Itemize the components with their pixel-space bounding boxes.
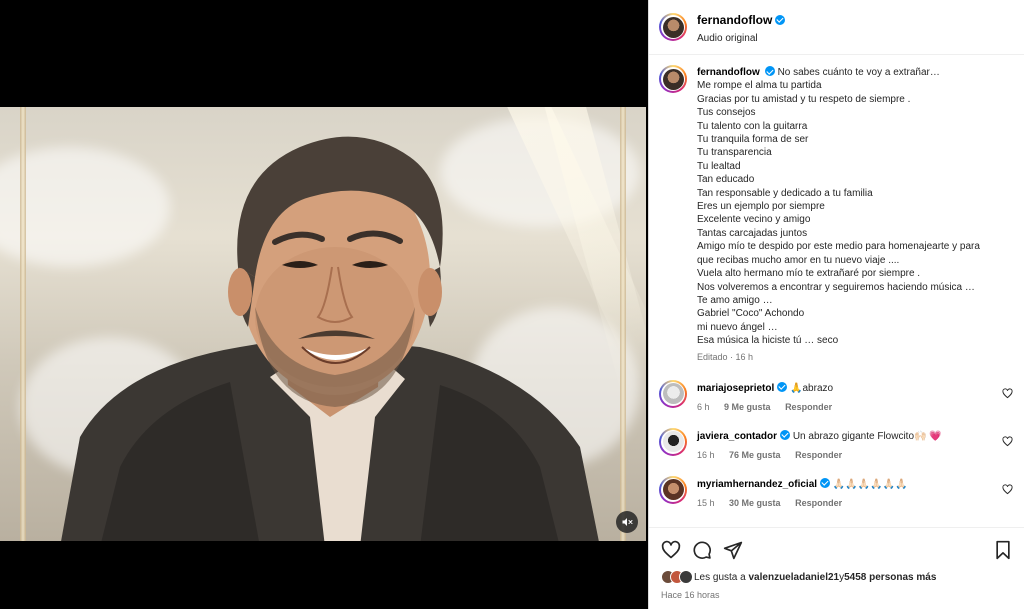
- frame-border-right: [620, 107, 626, 541]
- comment-likes[interactable]: 76 Me gusta: [729, 450, 781, 460]
- comment-like-icon[interactable]: [1002, 436, 1013, 447]
- comment-username[interactable]: mariajoseprietol: [697, 383, 774, 394]
- verified-icon: [820, 477, 831, 488]
- likes-count[interactable]: 5458 personas más: [844, 572, 936, 583]
- comment-like-icon[interactable]: [1002, 388, 1013, 399]
- post-side-panel: fernandoflow Audio original fernandoflow…: [648, 0, 1024, 609]
- save-icon[interactable]: [993, 540, 1013, 560]
- caption-line: que recibas mucho amor en tu nuevo viaje…: [697, 254, 900, 266]
- comment-like-icon[interactable]: [1002, 484, 1013, 495]
- frame-border-left: [20, 107, 26, 541]
- liker-avatars[interactable]: [661, 570, 693, 584]
- caption-line: No sabes cuánto te voy a extrañar…: [777, 67, 940, 78]
- caption-line: Gracias por tu amistad y tu respeto de s…: [697, 93, 911, 105]
- comment-text: Un abrazo gigante Flowcito🙌🏻 💗: [792, 430, 942, 442]
- reply-button[interactable]: Responder: [795, 498, 842, 508]
- caption-line: Tan educado: [697, 174, 755, 186]
- caption-line: Tan responsable y dedicado a tu familia: [697, 187, 873, 199]
- caption-line: Excelente vecino y amigo: [697, 214, 811, 226]
- comment-time[interactable]: 16 h: [697, 450, 715, 460]
- caption-line: Eres un ejemplo por siempre: [697, 201, 825, 213]
- liker-avatar: [679, 570, 693, 584]
- caption-edited-meta: Editado · 16 h: [697, 351, 754, 362]
- post-photo[interactable]: [0, 107, 646, 541]
- caption-author-avatar[interactable]: [659, 65, 687, 93]
- verified-icon: [775, 14, 786, 25]
- caption-author-username[interactable]: fernandoflow: [697, 67, 760, 78]
- likes-summary: Les gusta a valenzueladaniel21 y 5458 pe…: [661, 570, 1013, 584]
- author-username[interactable]: fernandoflow: [697, 13, 772, 27]
- reply-button[interactable]: Responder: [795, 450, 842, 460]
- caption-line: Tantas carcajadas juntos: [697, 227, 808, 239]
- caption-line: Vuela alto hermano mío te extrañaré por …: [697, 268, 921, 280]
- media-area: [0, 0, 648, 609]
- caption-line: Tus consejos: [697, 107, 756, 119]
- caption-line: Tu transparencia: [697, 147, 772, 159]
- mute-button[interactable]: [616, 511, 638, 533]
- post-actions: Les gusta a valenzueladaniel21 y 5458 pe…: [649, 527, 1024, 609]
- caption-line: Tu talento con la guitarra: [697, 120, 808, 132]
- post-header: fernandoflow Audio original: [649, 0, 1024, 55]
- comment-time[interactable]: 15 h: [697, 498, 715, 508]
- caption-line: Nos volveremos a encontrar y seguiremos …: [697, 281, 975, 293]
- comment-avatar[interactable]: [659, 427, 687, 456]
- caption-body: fernandoflow No sabes cuánto te voy a ex…: [697, 65, 980, 364]
- caption-line: Tu tranquila forma de ser: [697, 134, 809, 146]
- heart-icon[interactable]: [661, 540, 681, 560]
- comment-text: 🙏🏻🙏🏻🙏🏻🙏🏻🙏🏻🙏🏻: [832, 478, 908, 490]
- share-icon[interactable]: [723, 540, 743, 560]
- comments-section: fernandoflow No sabes cuánto te voy a ex…: [649, 55, 1024, 527]
- verified-icon: [777, 381, 788, 392]
- reply-button[interactable]: Responder: [785, 402, 832, 412]
- caption-line: Esa música la hiciste tú … seco: [697, 335, 839, 347]
- comment-icon[interactable]: [692, 540, 712, 560]
- portrait-illustration: [61, 136, 599, 541]
- comment-avatar[interactable]: [659, 379, 687, 408]
- mute-icon: [622, 518, 633, 526]
- liker-username[interactable]: valenzueladaniel21: [749, 572, 840, 583]
- post-caption: fernandoflow No sabes cuánto te voy a ex…: [659, 65, 1013, 364]
- caption-line: Gabriel "Coco" Achondo: [697, 308, 805, 320]
- comment-text: 🙏abrazo: [790, 382, 834, 394]
- likes-prefix: Les gusta a: [694, 571, 746, 583]
- comment-time[interactable]: 6 h: [697, 402, 710, 412]
- caption-line: Me rompe el alma tu partida: [697, 80, 822, 92]
- caption-line: Te amo amigo …: [697, 294, 773, 306]
- comment-likes[interactable]: 9 Me gusta: [724, 402, 771, 412]
- caption-line: mi nuevo ángel …: [697, 321, 778, 333]
- comment-avatar[interactable]: [659, 475, 687, 504]
- comment-item: mariajoseprietol 🙏abrazo 6 h 9 Me gusta …: [659, 379, 1013, 412]
- comment-item: myriamhernandez_oficial 🙏🏻🙏🏻🙏🏻🙏🏻🙏🏻🙏🏻 15 …: [659, 475, 1013, 508]
- caption-line: Tu lealtad: [697, 160, 741, 172]
- comment-username[interactable]: javiera_contador: [697, 431, 777, 442]
- author-avatar[interactable]: [659, 13, 687, 41]
- verified-icon: [780, 429, 791, 440]
- comment-username[interactable]: myriamhernandez_oficial: [697, 479, 817, 490]
- audio-label[interactable]: Audio original: [697, 33, 785, 44]
- instagram-post-view: fernandoflow Audio original fernandoflow…: [0, 0, 1024, 609]
- comment-item: javiera_contador Un abrazo gigante Flowc…: [659, 427, 1013, 460]
- verified-icon: [764, 66, 775, 76]
- caption-line: Amigo mío te despido por este medio para…: [697, 241, 980, 253]
- post-timestamp[interactable]: Hace 16 horas: [661, 590, 1013, 600]
- comment-likes[interactable]: 30 Me gusta: [729, 498, 781, 508]
